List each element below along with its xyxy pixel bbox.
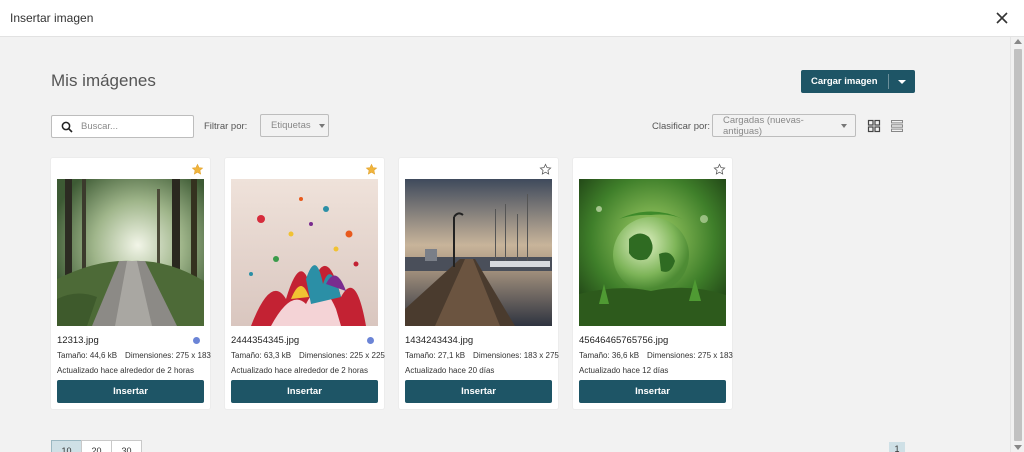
image-thumbnail[interactable] — [231, 179, 378, 326]
list-view-icon[interactable] — [890, 119, 904, 133]
search-input[interactable] — [81, 118, 191, 135]
image-card: 2444354345.jpg Tamaño: 63,3 kB Dimensione… — [225, 158, 385, 409]
upload-image-button[interactable]: Cargar imagen — [801, 70, 888, 93]
star-icon[interactable] — [713, 163, 726, 176]
image-meta: Tamaño: 36,6 kB Dimensiones: 275 x 183 — [579, 351, 733, 360]
insert-button[interactable]: Insertar — [231, 380, 378, 403]
scrollbar[interactable] — [1010, 37, 1024, 452]
image-filename: 12313.jpg — [57, 335, 99, 346]
star-icon[interactable] — [539, 163, 552, 176]
upload-menu-button[interactable] — [889, 70, 915, 93]
sort-label: Clasificar por: — [652, 121, 711, 132]
search-box — [51, 115, 194, 138]
per-page-selector: 10 20 30 — [51, 440, 142, 452]
filter-value: Etiquetas — [271, 120, 311, 131]
insert-button[interactable]: Insertar — [57, 380, 204, 403]
sort-select[interactable]: Cargadas (nuevas-antiguas) — [712, 114, 856, 137]
scroll-up-arrow[interactable] — [1014, 39, 1022, 44]
dialog-titlebar: Insertar imagen — [0, 0, 1024, 37]
filter-label: Filtrar por: — [204, 121, 248, 132]
page-title: Mis imágenes — [51, 71, 156, 90]
chevron-down-icon — [841, 123, 847, 128]
image-filename: 2444354345.jpg — [231, 335, 300, 346]
image-dimensions: Dimensiones: 183 x 275 — [473, 351, 559, 360]
image-thumbnail[interactable] — [57, 179, 204, 326]
image-dimensions: Dimensiones: 225 x 225 — [299, 351, 385, 360]
chevron-down-icon — [318, 123, 325, 128]
image-meta: Tamaño: 44,6 kB Dimensiones: 275 x 183 — [57, 351, 211, 360]
image-card: 12313.jpg Tamaño: 44,6 kB Dimensiones: 27… — [51, 158, 211, 409]
image-updated: Actualizado hace alrededor de 2 horas — [57, 366, 194, 375]
per-page-10[interactable]: 10 — [51, 440, 82, 452]
chevron-down-icon — [897, 79, 906, 84]
sort-value: Cargadas (nuevas-antiguas) — [723, 114, 804, 137]
image-meta: Tamaño: 63,3 kB Dimensiones: 225 x 225 — [231, 351, 385, 360]
scroll-down-arrow[interactable] — [1014, 445, 1022, 450]
image-filename: 1434243434.jpg — [405, 335, 474, 346]
page-number[interactable]: 1 — [889, 442, 905, 452]
star-icon[interactable] — [365, 163, 378, 176]
image-card: 1434243434.jpg Tamaño: 27,1 kB Dimensione… — [399, 158, 559, 409]
per-page-30[interactable]: 30 — [111, 440, 142, 452]
status-dot — [193, 337, 200, 344]
image-size: Tamaño: 36,6 kB — [579, 351, 640, 360]
image-updated: Actualizado hace 20 días — [405, 366, 495, 375]
image-meta: Tamaño: 27,1 kB Dimensiones: 183 x 275 — [405, 351, 559, 360]
insert-button[interactable]: Insertar — [579, 380, 726, 403]
image-thumbnail[interactable] — [579, 179, 726, 326]
close-icon[interactable] — [994, 10, 1010, 26]
search-icon — [61, 121, 73, 133]
status-dot — [367, 337, 374, 344]
image-dimensions: Dimensiones: 275 x 183 — [647, 351, 733, 360]
image-size: Tamaño: 63,3 kB — [231, 351, 292, 360]
scrollbar-thumb[interactable] — [1014, 49, 1022, 441]
grid-view-icon[interactable] — [867, 119, 881, 133]
per-page-20[interactable]: 20 — [81, 440, 112, 452]
insert-button[interactable]: Insertar — [405, 380, 552, 403]
image-size: Tamaño: 44,6 kB — [57, 351, 118, 360]
image-updated: Actualizado hace alrededor de 2 horas — [231, 366, 368, 375]
image-card: 45646465765756.jpg Tamaño: 36,6 kB Dimens… — [573, 158, 733, 409]
dialog-title: Insertar imagen — [10, 11, 94, 25]
image-updated: Actualizado hace 12 días — [579, 366, 669, 375]
image-filename: 45646465765756.jpg — [579, 335, 669, 346]
image-dimensions: Dimensiones: 275 x 183 — [125, 351, 211, 360]
image-thumbnail[interactable] — [405, 179, 552, 326]
image-size: Tamaño: 27,1 kB — [405, 351, 466, 360]
star-icon[interactable] — [191, 163, 204, 176]
upload-button-group: Cargar imagen — [801, 70, 915, 93]
filter-select[interactable]: Etiquetas — [260, 114, 329, 137]
